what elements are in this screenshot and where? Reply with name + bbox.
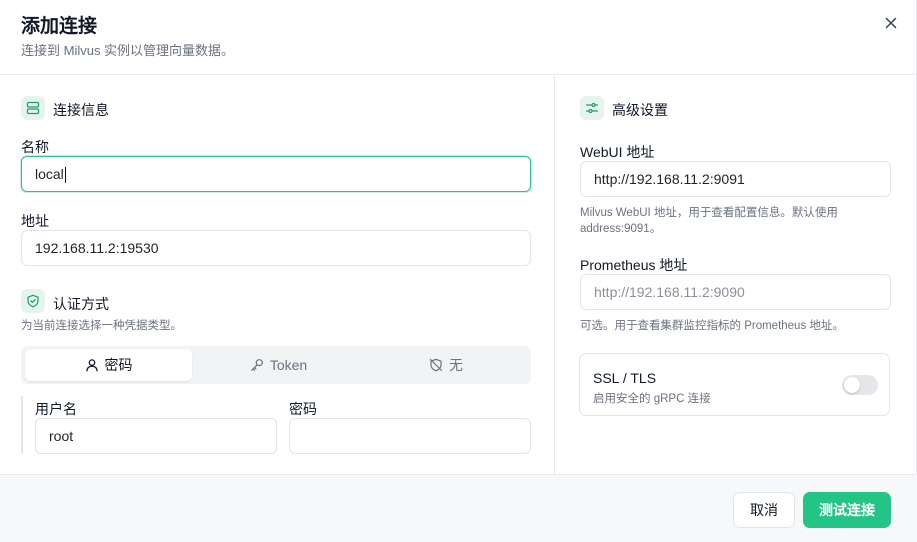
username-input[interactable]: root xyxy=(35,418,277,454)
username-label: 用户名 xyxy=(35,401,77,417)
auth-description: 为当前连接选择一种凭据类型。 xyxy=(21,320,182,332)
prometheus-placeholder: http://192.168.11.2:9090 xyxy=(594,284,745,300)
ssl-toggle[interactable] xyxy=(842,375,878,395)
server-icon xyxy=(21,96,45,120)
tab-password-label: 密码 xyxy=(104,357,133,373)
webui-value: http://192.168.11.2:9091 xyxy=(594,171,745,187)
dialog-header: 添加连接 连接到 Milvus 实例以管理向量数据。 xyxy=(0,0,917,75)
prometheus-label: Prometheus 地址 xyxy=(580,257,688,273)
tab-none[interactable]: 无 xyxy=(365,349,527,381)
test-connection-button[interactable]: 测试连接 xyxy=(803,492,891,528)
dialog-subtitle: 连接到 Milvus 实例以管理向量数据。 xyxy=(21,43,235,58)
text-caret xyxy=(64,167,66,184)
password-input[interactable] xyxy=(289,418,531,454)
name-value: local xyxy=(35,166,64,182)
dialog-footer: 取消 测试连接 xyxy=(0,474,917,542)
name-input[interactable]: local xyxy=(21,156,531,192)
ssl-title: SSL / TLS xyxy=(593,370,657,386)
toggle-knob xyxy=(844,377,860,393)
cancel-button[interactable]: 取消 xyxy=(733,492,795,528)
shield-off-icon xyxy=(429,358,443,372)
ssl-description: 启用安全的 gRPC 连接 xyxy=(593,393,711,405)
address-input[interactable]: 192.168.11.2:19530 xyxy=(21,230,531,266)
left-column: 连接信息 名称 local 地址 192.168.11.2:19530 认证方式… xyxy=(0,76,555,474)
shield-check-icon xyxy=(21,289,45,313)
key-icon xyxy=(251,359,263,371)
address-label: 地址 xyxy=(21,213,49,229)
credentials-divider xyxy=(21,396,23,454)
sliders-icon xyxy=(580,96,604,120)
close-button[interactable] xyxy=(880,12,902,34)
close-icon xyxy=(885,17,897,29)
webui-hint: Milvus WebUI 地址，用于查看配置信息。默认使用 address:90… xyxy=(580,207,838,235)
add-connection-dialog: 添加连接 连接到 Milvus 实例以管理向量数据。 连接信息 名称 local… xyxy=(0,0,917,542)
tab-password[interactable]: 密码 xyxy=(25,349,192,381)
advanced-title: 高级设置 xyxy=(612,102,668,118)
prometheus-input[interactable]: http://192.168.11.2:9090 xyxy=(580,274,891,310)
dialog-title: 添加连接 xyxy=(21,16,98,37)
tab-token-label: Token xyxy=(269,357,308,373)
username-value: root xyxy=(49,428,74,444)
auth-title: 认证方式 xyxy=(53,296,109,312)
tab-none-label: 无 xyxy=(449,357,463,373)
right-column: 高级设置 WebUI 地址 http://192.168.11.2:9091 M… xyxy=(556,76,917,474)
webui-label: WebUI 地址 xyxy=(580,144,655,160)
address-value: 192.168.11.2:19530 xyxy=(35,240,159,256)
tab-token[interactable]: Token xyxy=(196,349,361,381)
name-label: 名称 xyxy=(21,139,49,155)
prometheus-hint: 可选。用于查看集群监控指标的 Prometheus 地址。 xyxy=(580,320,844,332)
ssl-tls-card: SSL / TLS 启用安全的 gRPC 连接 xyxy=(579,353,890,416)
connection-info-title: 连接信息 xyxy=(53,102,109,118)
webui-input[interactable]: http://192.168.11.2:9091 xyxy=(580,161,891,197)
auth-type-selector: 密码 Token 无 xyxy=(21,346,531,384)
password-label: 密码 xyxy=(289,401,317,417)
user-icon xyxy=(85,359,98,372)
